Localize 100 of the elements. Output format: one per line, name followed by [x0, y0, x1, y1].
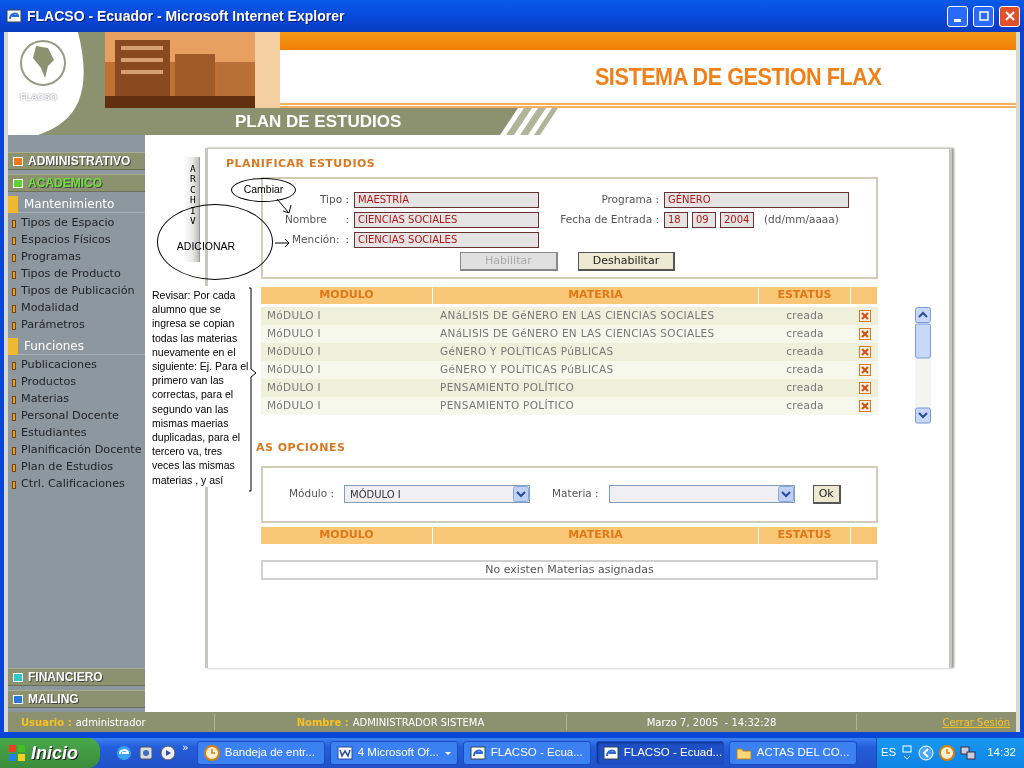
- language-indicator[interactable]: ES: [880, 744, 897, 762]
- sidebar-link[interactable]: Modalidad: [21, 300, 79, 317]
- delete-icon[interactable]: [858, 346, 871, 358]
- delete-icon[interactable]: [858, 328, 871, 340]
- bullet-icon: [12, 446, 16, 455]
- folder-icon: [735, 745, 752, 761]
- sidebar-link[interactable]: Tipos de Espacio: [21, 215, 115, 232]
- bullet-icon: [12, 463, 16, 472]
- section-label[interactable]: FINANCIERO: [28, 668, 103, 686]
- colon-label: :: [345, 232, 349, 248]
- scrollbar[interactable]: [915, 307, 931, 424]
- expand-icon[interactable]: [918, 745, 935, 761]
- callout-text: ADICIONAR: [176, 239, 236, 254]
- sidebar-link[interactable]: Estudiantes: [21, 425, 87, 442]
- input-field[interactable]: 18: [664, 212, 688, 228]
- colon-label: :: [345, 212, 349, 228]
- taskbar-button[interactable]: 4 Microsoft Of...: [329, 741, 458, 765]
- side-tab-label: ARCHIV: [190, 164, 197, 227]
- minimize-button[interactable]: [947, 5, 968, 27]
- field-label: Fecha de Entrada :: [560, 213, 659, 226]
- field-label: Nombre: [285, 212, 327, 228]
- empty-message: No existen Materias asignadas: [261, 559, 878, 580]
- input-field[interactable]: MAESTRÍA: [354, 192, 539, 208]
- system-title: SISTEMA DE GESTION FLAX: [594, 61, 882, 92]
- sidebar-link[interactable]: Publicaciones: [21, 357, 97, 374]
- sidebar-link[interactable]: Plan de Estudios: [21, 459, 114, 476]
- window-title: FLACSO - Ecuador - Microsoft Internet Explorer: [27, 6, 346, 26]
- select-field[interactable]: MÓDULO I: [344, 485, 531, 504]
- status-value: administrador: [75, 715, 146, 730]
- app-icon[interactable]: [138, 745, 154, 761]
- section-label[interactable]: ADMINISTRATIVO: [28, 152, 131, 170]
- sidebar-link[interactable]: Personal Docente: [21, 408, 119, 425]
- table-cell-text: creada: [785, 326, 825, 342]
- taskbar-button[interactable]: FLACSO - Ecua...: [462, 741, 591, 765]
- sidebar-link[interactable]: Ctrl. Calificaciones: [21, 476, 125, 493]
- taskbar-button[interactable]: ACTAS DEL CO...: [728, 741, 857, 765]
- delete-icon[interactable]: [858, 310, 871, 322]
- table-cell-text: MóDULO I: [266, 326, 322, 342]
- taskbar-button[interactable]: FLACSO - Ecuad...: [595, 741, 724, 765]
- windows-logo-icon: [8, 744, 26, 762]
- delete-icon[interactable]: [858, 364, 871, 376]
- input-field[interactable]: CIENCIAS SOCIALES: [354, 232, 539, 248]
- status-label: Usuario :: [21, 715, 72, 730]
- status-label: Nombre :: [296, 715, 349, 730]
- ok-button[interactable]: Ok: [812, 484, 841, 504]
- table-cell-text: creada: [785, 380, 825, 396]
- sidebar-link[interactable]: Planificación Docente: [21, 442, 142, 459]
- section-label[interactable]: MAILING: [28, 690, 79, 708]
- format-hint: (dd/mm/aaaa): [763, 212, 839, 228]
- column-header: MATERIA: [433, 526, 759, 544]
- clock-icon[interactable]: [939, 745, 956, 761]
- bullet-icon: [12, 395, 16, 404]
- page-title: PLAN DE ESTUDIOS: [235, 110, 402, 133]
- delete-icon[interactable]: [858, 400, 871, 412]
- bullet-icon: [12, 378, 16, 387]
- column-header: MODULO: [261, 287, 433, 304]
- network-icon[interactable]: [960, 745, 977, 761]
- more-button[interactable]: »: [182, 739, 189, 757]
- display-icon[interactable]: [901, 745, 914, 761]
- table-cell-text: PENSAMIENTO POLÍTICO: [439, 398, 576, 414]
- caret-icon[interactable]: [513, 486, 530, 503]
- status-datetime: Marzo 7, 2005 - 14:32:28: [646, 715, 777, 730]
- callout-text: Cambiar: [243, 182, 284, 198]
- sidebar-link[interactable]: Materias: [21, 391, 70, 408]
- delete-icon[interactable]: [858, 382, 871, 394]
- form-button[interactable]: Deshabilitar: [577, 251, 676, 271]
- sidebar-link[interactable]: Tipos de Producto: [21, 266, 121, 283]
- column-header: MATERIA: [433, 287, 759, 304]
- sidebar-link[interactable]: Espacios Físicos: [21, 232, 111, 249]
- sidebar-link[interactable]: Productos: [21, 374, 77, 391]
- column-header: MODULO: [261, 526, 433, 544]
- taskbar-button[interactable]: Bandeja de entr...: [196, 741, 325, 765]
- sidebar-link[interactable]: Programas: [21, 249, 81, 266]
- input-field[interactable]: 2004: [720, 212, 754, 228]
- start-button[interactable]: Inicio: [0, 738, 100, 768]
- table-cell-text: MóDULO I: [266, 380, 322, 396]
- logo-icon: [18, 38, 68, 88]
- close-button[interactable]: [999, 5, 1020, 27]
- input-field[interactable]: 09: [692, 212, 716, 228]
- column-header: ESTATUS: [759, 526, 851, 544]
- section-title: PLANIFICAR ESTUDIOS: [225, 156, 377, 169]
- table-cell-text: GéNERO Y POLíTICAS PúBLICAS: [439, 344, 615, 360]
- input-field[interactable]: GÉNERO: [664, 192, 849, 208]
- browser-icon[interactable]: [116, 745, 132, 761]
- caret-icon[interactable]: [777, 486, 794, 503]
- browser-icon: [469, 745, 486, 761]
- arrow: [275, 197, 293, 215]
- bullet-icon: [12, 480, 16, 489]
- sidebar-link[interactable]: Parámetros: [21, 317, 85, 334]
- table-cell-text: ANáLISIS DE GéNERO EN LAS CIENCIAS SOCIALES: [439, 308, 716, 324]
- maximize-button[interactable]: [973, 5, 994, 27]
- input-field[interactable]: CIENCIAS SOCIALES: [354, 212, 539, 228]
- bullet-icon: [12, 361, 16, 370]
- field-label: Tipo :: [320, 193, 349, 206]
- field-label: Materia :: [552, 486, 599, 502]
- bullet-icon: [12, 321, 16, 330]
- section-title: AS OPCIONES: [256, 440, 346, 453]
- sidebar-link[interactable]: Tipos de Publicación: [21, 283, 135, 300]
- select-field[interactable]: [608, 485, 795, 504]
- play-icon[interactable]: [160, 745, 176, 761]
